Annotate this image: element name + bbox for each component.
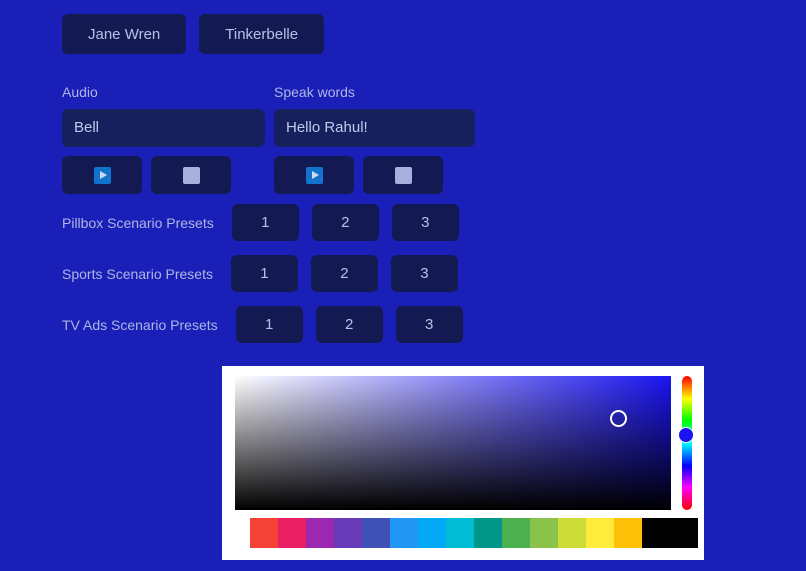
hue-slider-thumb[interactable] (678, 426, 694, 443)
pillbox-preset-3-button[interactable]: 3 (391, 204, 459, 241)
sports-scenario-preset-row: Sports Scenario Presets 1 2 3 (62, 255, 458, 292)
color-swatch[interactable] (306, 518, 334, 548)
pillbox-scenario-preset-row: Pillbox Scenario Presets 1 2 3 (62, 204, 459, 241)
color-swatch[interactable] (250, 518, 278, 548)
speak-transport-buttons (274, 156, 475, 194)
play-icon (93, 166, 111, 184)
color-swatch[interactable] (278, 518, 306, 548)
saturation-value-area[interactable] (235, 376, 671, 510)
sports-preset-2-button[interactable]: 2 (310, 255, 378, 292)
swatch-strip-right-pad (698, 518, 704, 548)
color-picker-panel (222, 366, 704, 560)
speak-words-input[interactable] (274, 109, 475, 147)
color-swatch[interactable] (586, 518, 614, 548)
sports-scenario-label: Sports Scenario Presets (62, 265, 213, 282)
sports-preset-1-button[interactable]: 1 (230, 255, 298, 292)
audio-play-button[interactable] (62, 156, 142, 194)
audio-label: Audio (62, 84, 98, 100)
color-swatch[interactable] (362, 518, 390, 548)
color-swatch[interactable] (334, 518, 362, 548)
tv-ads-preset-3-button[interactable]: 3 (395, 306, 463, 343)
color-swatch[interactable] (474, 518, 502, 548)
color-swatch[interactable] (558, 518, 586, 548)
tv-ads-scenario-preset-row: TV Ads Scenario Presets 1 2 3 (62, 306, 463, 343)
stop-icon (182, 166, 200, 184)
sports-preset-3-button[interactable]: 3 (390, 255, 458, 292)
color-swatch[interactable] (642, 518, 698, 548)
tv-ads-preset-2-button[interactable]: 2 (315, 306, 383, 343)
audio-stop-button[interactable] (151, 156, 231, 194)
color-swatch[interactable] (390, 518, 418, 548)
play-icon (305, 166, 323, 184)
saturation-value-cursor[interactable] (610, 410, 628, 428)
name-button-tinkerbelle[interactable]: Tinkerbelle (199, 14, 325, 54)
name-button-row: Jane Wren Tinkerbelle (62, 14, 325, 54)
audio-transport-buttons (62, 156, 265, 194)
speak-play-button[interactable] (274, 156, 354, 194)
pillbox-preset-1-button[interactable]: 1 (231, 204, 299, 241)
speak-words-group: Speak words (274, 84, 475, 194)
color-swatch[interactable] (446, 518, 474, 548)
audio-group: Audio (62, 84, 265, 194)
tv-ads-preset-1-button[interactable]: 1 (235, 306, 303, 343)
color-swatch[interactable] (502, 518, 530, 548)
tv-ads-scenario-label: TV Ads Scenario Presets (62, 316, 218, 333)
speak-stop-button[interactable] (363, 156, 443, 194)
hue-slider[interactable] (678, 376, 694, 510)
color-swatch[interactable] (418, 518, 446, 548)
speak-words-label: Speak words (274, 84, 355, 100)
audio-input[interactable] (62, 109, 265, 147)
stop-icon (394, 166, 412, 184)
swatch-strip-left-pad (222, 518, 250, 548)
pillbox-preset-2-button[interactable]: 2 (311, 204, 379, 241)
color-swatch-strip (222, 518, 704, 548)
pillbox-scenario-label: Pillbox Scenario Presets (62, 214, 214, 231)
name-button-jane-wren[interactable]: Jane Wren (62, 14, 187, 54)
color-swatch[interactable] (614, 518, 642, 548)
color-swatch[interactable] (530, 518, 558, 548)
color-picker-top (222, 366, 704, 518)
